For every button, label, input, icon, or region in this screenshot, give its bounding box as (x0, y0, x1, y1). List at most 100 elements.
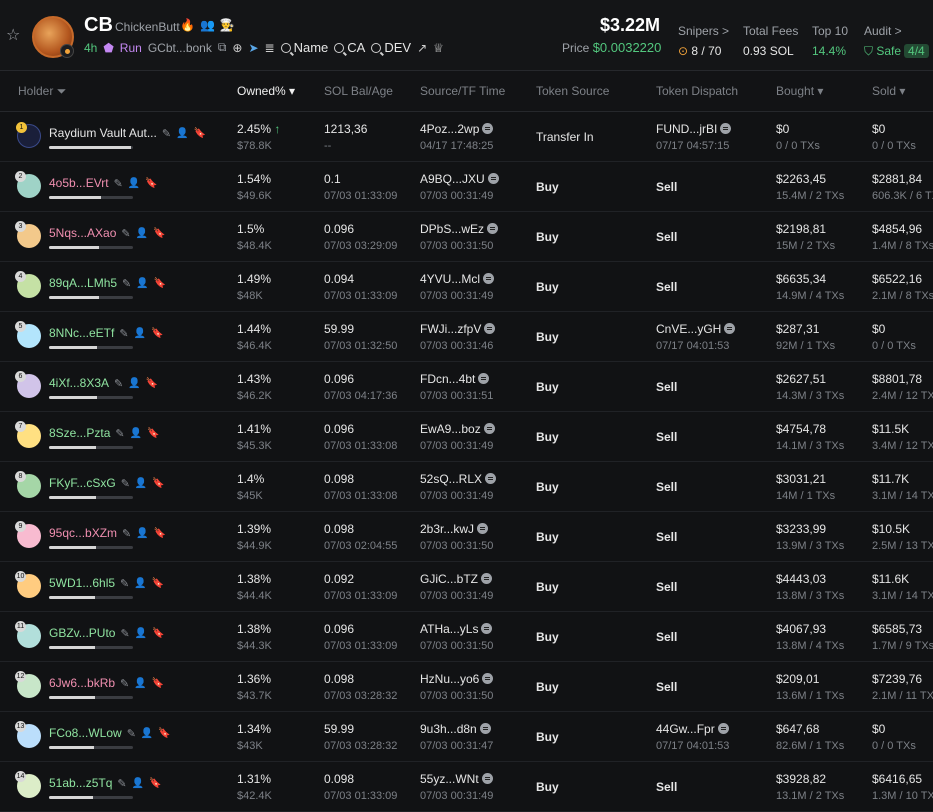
source-address[interactable]: FWJi...zfpV (420, 322, 496, 336)
table-row[interactable]: 1 Raydium Vault Aut... ✎ 👤 🔖 2.45% ↑ $78… (0, 112, 933, 162)
wallet-tag-icon: 👤 (134, 677, 147, 689)
holder-address[interactable]: GBZv...PUto ✎ 👤 🔖 (49, 626, 165, 640)
column-owned[interactable]: Owned% ▾ (237, 84, 295, 98)
share-icon[interactable]: ↗ (417, 41, 427, 55)
edit-icon[interactable]: ✎ (115, 427, 124, 440)
rank-badge: 7 (15, 421, 26, 432)
table-row[interactable]: 9 95qc...bXZm ✎ 👤 🔖 1.39% $44.9K 0.098 0… (0, 512, 933, 562)
table-row[interactable]: 14 51ab...z5Tq ✎ 👤 🔖 1.31% $42.4K 0.098 … (0, 762, 933, 812)
bought-usd: $4443,03 (776, 572, 827, 586)
edit-icon[interactable]: ✎ (121, 227, 130, 240)
holder-address[interactable]: 51ab...z5Tq ✎ 👤 🔖 (49, 776, 162, 790)
token-source: Buy (536, 330, 559, 344)
sold-usd: $0 (872, 122, 886, 136)
table-row[interactable]: 6 4iXf...8X3A ✎ 👤 🔖 1.43% $46.2K 0.096 0… (0, 362, 933, 412)
sol-balance: 59.99 (324, 722, 355, 736)
token-dispatch: Sell (656, 480, 678, 494)
holder-address[interactable]: 89qA...LMh5 ✎ 👤 🔖 (49, 276, 166, 290)
snipers-stat[interactable]: Snipers > ⊙ 8 / 70 (678, 24, 729, 58)
column-token-dispatch[interactable]: Token Dispatch (656, 84, 738, 98)
source-address[interactable]: ATHa...yLs (420, 622, 493, 636)
column-sold[interactable]: Sold ▾ (872, 84, 905, 98)
sold-txs: 3.1M / 14 TX (872, 590, 933, 602)
holder-address[interactable]: FCo8...WLow ✎ 👤 🔖 (49, 726, 171, 740)
audit-stat[interactable]: Audit > ⛉ Safe 4/4 (864, 24, 929, 59)
column-bought[interactable]: Bought ▾ (776, 84, 823, 98)
ownership-bar-fill (49, 346, 98, 349)
table-row[interactable]: 4 89qA...LMh5 ✎ 👤 🔖 1.49% $48K 0.094 07/… (0, 262, 933, 312)
owned-percent: 1.34% (237, 722, 272, 736)
holder-address[interactable]: 6Jw6...bkRb ✎ 👤 🔖 (49, 676, 164, 690)
table-row[interactable]: 2 4o5b...EVrt ✎ 👤 🔖 1.54% $49.6K 0.1 07/… (0, 162, 933, 212)
source-address[interactable]: 4Poz...2wp (420, 122, 494, 136)
holder-address[interactable]: FKyF...cSxG ✎ 👤 🔖 (49, 476, 165, 490)
column-token-source[interactable]: Token Source (536, 84, 609, 98)
table-row[interactable]: 5 8NNc...eETf ✎ 👤 🔖 1.44% $46.4K 59.99 0… (0, 312, 933, 362)
source-address[interactable]: 52sQ...RLX (420, 472, 497, 486)
source-address[interactable]: 2b3r...kwJ (420, 522, 489, 536)
search-ca-button[interactable]: CA (334, 40, 365, 55)
holder-address[interactable]: 8NNc...eETf ✎ 👤 🔖 (49, 326, 163, 340)
menu-icon[interactable]: ≣ (265, 41, 275, 55)
holder-address[interactable]: 4iXf...8X3A ✎ 👤 🔖 (49, 376, 158, 390)
search-dev-button[interactable]: DEV (371, 40, 411, 55)
table-row[interactable]: 7 8Sze...Pzta ✎ 👤 🔖 1.41% $45.3K 0.096 0… (0, 412, 933, 462)
wallet-tag-icon: 👤 (134, 577, 147, 589)
column-source-time[interactable]: Source/TF Time (420, 84, 505, 98)
globe-icon[interactable]: ⊕ (232, 41, 242, 55)
source-address[interactable]: A9BQ...JXU (420, 172, 499, 186)
source-address[interactable]: EwA9...boz (420, 422, 495, 436)
source-address[interactable]: 9u3h...d8n (420, 722, 491, 736)
column-holder[interactable]: Holder ⏷ (18, 84, 66, 99)
edit-icon[interactable]: ✎ (121, 477, 130, 490)
copy-icon[interactable]: ⧉ (218, 40, 227, 55)
edit-icon[interactable]: ✎ (114, 177, 123, 190)
contract-address[interactable]: GCbt...bonk (148, 41, 212, 55)
telegram-icon[interactable]: ➤ (248, 41, 258, 55)
ownership-bar-fill (49, 746, 95, 749)
rank-badge: 10 (15, 571, 26, 582)
edit-icon[interactable]: ✎ (162, 127, 171, 140)
source-address[interactable]: DPbS...wEz (420, 222, 499, 236)
dispatch-address[interactable]: FUND...jrBI (656, 122, 732, 136)
edit-icon[interactable]: ✎ (127, 727, 136, 740)
sol-balance: 0.098 (324, 522, 355, 536)
source-address[interactable]: 55yz...WNt (420, 772, 493, 786)
holder-address[interactable]: 5WD1...6hl5 ✎ 👤 🔖 (49, 576, 164, 590)
source-address[interactable]: FDcn...4bt (420, 372, 490, 386)
dispatch-address[interactable]: 44Gw...Fpr (656, 722, 729, 736)
column-sol-balance[interactable]: SOL Bal/Age (324, 84, 393, 98)
edit-icon[interactable]: ✎ (122, 527, 131, 540)
crown-icon[interactable]: ♕ (433, 41, 444, 55)
edit-icon[interactable]: ✎ (120, 677, 129, 690)
dispatch-time: 07/17 04:01:53 (656, 740, 730, 752)
holder-address[interactable]: 8Sze...Pzta ✎ 👤 🔖 (49, 426, 160, 440)
table-row[interactable]: 3 5Nqs...AXao ✎ 👤 🔖 1.5% $48.4K 0.096 07… (0, 212, 933, 262)
source-time: 07/03 00:31:49 (420, 190, 494, 202)
source-address[interactable]: 4YVU...Mcl (420, 272, 495, 286)
wallet-age: 07/03 01:33:09 (324, 790, 398, 802)
edit-icon[interactable]: ✎ (122, 277, 131, 290)
table-row[interactable]: 13 FCo8...WLow ✎ 👤 🔖 1.34% $43K 59.99 07… (0, 712, 933, 762)
search-name-button[interactable]: Name (280, 40, 328, 55)
edit-icon[interactable]: ✎ (117, 777, 126, 790)
edit-icon[interactable]: ✎ (114, 377, 123, 390)
holder-address[interactable]: 5Nqs...AXao ✎ 👤 🔖 (49, 226, 166, 240)
table-row[interactable]: 11 GBZv...PUto ✎ 👤 🔖 1.38% $44.3K 0.096 … (0, 612, 933, 662)
holder-address[interactable]: Raydium Vault Aut... ✎ 👤 🔖 (49, 126, 206, 140)
exchange-icon (482, 673, 494, 684)
exchange-icon (483, 273, 495, 284)
edit-icon[interactable]: ✎ (119, 327, 128, 340)
table-row[interactable]: 12 6Jw6...bkRb ✎ 👤 🔖 1.36% $43.7K 0.098 … (0, 662, 933, 712)
bought-usd: $647,68 (776, 722, 820, 736)
edit-icon[interactable]: ✎ (120, 627, 129, 640)
holder-address[interactable]: 4o5b...EVrt ✎ 👤 🔖 (49, 176, 158, 190)
edit-icon[interactable]: ✎ (120, 577, 129, 590)
dispatch-address[interactable]: CnVE...yGH (656, 322, 736, 336)
source-address[interactable]: GJiC...bTZ (420, 572, 493, 586)
table-row[interactable]: 10 5WD1...6hl5 ✎ 👤 🔖 1.38% $44.4K 0.092 … (0, 562, 933, 612)
favorite-star-icon[interactable]: ☆ (6, 28, 22, 44)
source-address[interactable]: HzNu...yo6 (420, 672, 494, 686)
holder-address[interactable]: 95qc...bXZm ✎ 👤 🔖 (49, 526, 166, 540)
table-row[interactable]: 8 FKyF...cSxG ✎ 👤 🔖 1.4% $45K 0.098 07/0… (0, 462, 933, 512)
